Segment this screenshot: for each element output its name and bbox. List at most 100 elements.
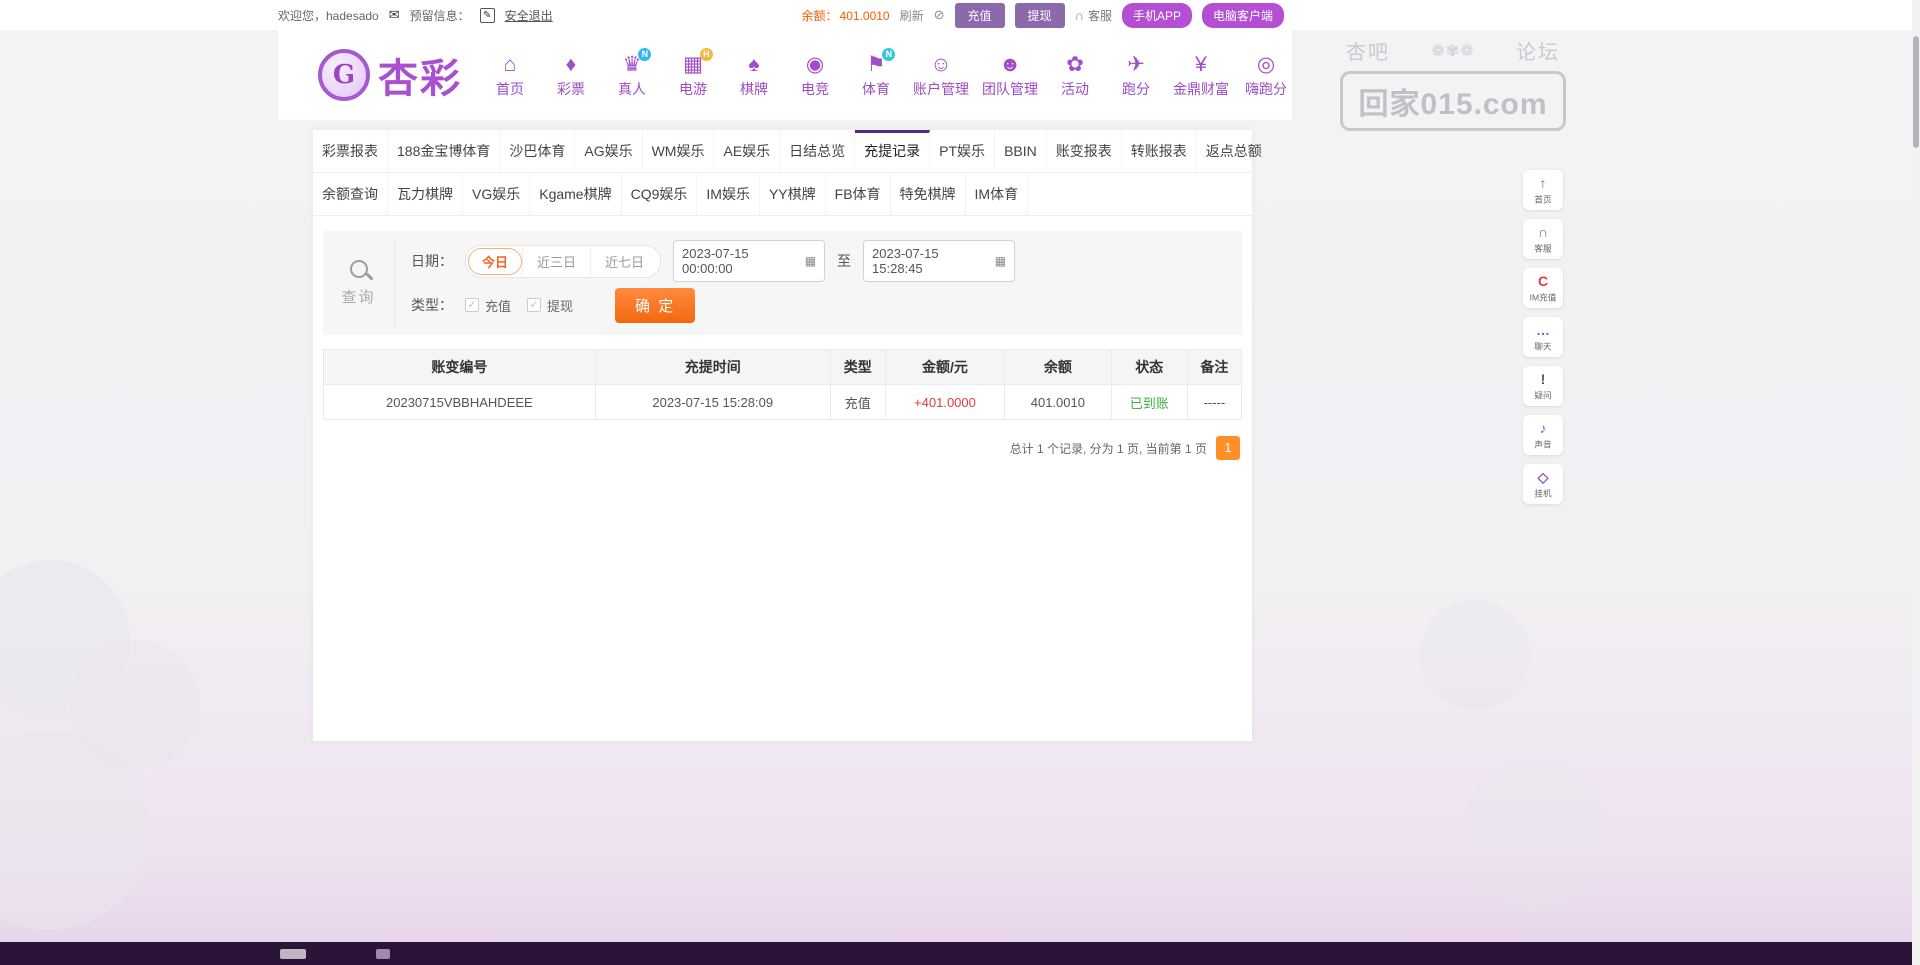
content-card: 彩票报表 188金宝博体育 沙巴体育 AG娱乐 WM娱乐 AE娱乐 日结总览 充提记录 PT娱乐… bbox=[313, 130, 1272, 741]
side-item-question[interactable]: ! 疑问 bbox=[1523, 366, 1563, 406]
nav-item-sports[interactable]: ⚑ N 体育 bbox=[852, 47, 900, 99]
nav-item-live[interactable]: ♛ N 真人 bbox=[608, 47, 656, 99]
side-item-hangup[interactable]: ◇ 挂机 bbox=[1523, 464, 1563, 504]
filter-date-row: 日期： 今日 近三日 近七日 2023-07-15 00:00:00 ▦ 至 202… bbox=[411, 239, 1226, 283]
confirm-button[interactable]: 确 定 bbox=[615, 287, 696, 323]
tab[interactable]: PT娱乐 bbox=[930, 130, 996, 172]
nav-item-lottery[interactable]: ♦ 彩票 bbox=[547, 52, 595, 99]
tab[interactable]: IM体育 bbox=[966, 173, 1029, 215]
calendar-icon[interactable]: ▦ bbox=[805, 254, 816, 268]
table-header-cell: 状态 bbox=[1110, 349, 1188, 385]
tab[interactable]: 沙巴体育 bbox=[500, 130, 576, 172]
page-button-1[interactable]: 1 bbox=[1216, 436, 1240, 460]
nav-item-account[interactable]: ☺ 账户管理 bbox=[913, 52, 969, 99]
type-option[interactable]: ✓ 充值 bbox=[465, 296, 511, 315]
tab[interactable]: 返点总额 bbox=[1197, 130, 1272, 172]
logout-link[interactable]: 安全退出 bbox=[505, 7, 553, 24]
tab[interactable]: 账变报表 bbox=[1047, 130, 1122, 172]
date-preset[interactable]: 今日 bbox=[468, 247, 523, 275]
side-item-sound[interactable]: ♪ 声音 bbox=[1523, 415, 1563, 455]
nav-item-label: 真人 bbox=[618, 80, 646, 97]
float-sidebar: ↑ 首页 ∩ 客服 C IM充值 … 聊天 ! 疑问 ♪ 声音 ◇ 挂机 bbox=[1523, 170, 1563, 504]
nav-item-label: 电游 bbox=[679, 80, 707, 97]
tab[interactable]: 日结总览 bbox=[780, 130, 856, 172]
side-item-label: 聊天 bbox=[1534, 342, 1552, 352]
tab[interactable]: BBIN bbox=[995, 130, 1047, 172]
calendar-icon[interactable]: ▦ bbox=[995, 254, 1006, 268]
date-from-input[interactable]: 2023-07-15 00:00:00 ▦ bbox=[673, 240, 826, 282]
nav-item-esports[interactable]: ◉ 电竞 bbox=[791, 52, 839, 99]
date-presets: 今日 近三日 近七日 bbox=[465, 244, 662, 278]
nav-item-label: 棋牌 bbox=[740, 80, 768, 97]
mobile-app-button[interactable]: 手机APP bbox=[1121, 2, 1192, 28]
tabs-row1: 彩票报表 188金宝博体育 沙巴体育 AG娱乐 WM娱乐 AE娱乐 日结总览 充提记录 PT娱乐… bbox=[313, 130, 1272, 173]
side-item-label: 客服 bbox=[1534, 244, 1552, 254]
tab[interactable]: 充提记录 bbox=[855, 130, 931, 172]
nav-item-paofen[interactable]: ✈ 跑分 bbox=[1112, 52, 1160, 99]
side-item-label: 声音 bbox=[1534, 440, 1552, 450]
tab[interactable]: FB体育 bbox=[826, 173, 891, 215]
table-header-cell: 备注 bbox=[1186, 349, 1243, 385]
side-item-label: 首页 bbox=[1534, 195, 1552, 205]
side-item-home[interactable]: ↑ 首页 bbox=[1523, 170, 1563, 210]
side-item-im-recharge[interactable]: C IM充值 bbox=[1523, 268, 1563, 308]
nav-item-label: 电竞 bbox=[801, 80, 829, 97]
side-item-service[interactable]: ∩ 客服 bbox=[1523, 219, 1563, 259]
tab[interactable]: WM娱乐 bbox=[643, 130, 715, 172]
watermark-left-text: 杏吧 bbox=[1346, 42, 1390, 64]
decor-circle bbox=[1460, 760, 1610, 910]
nav-item-team[interactable]: ☻ 团队管理 bbox=[982, 52, 1038, 99]
tab[interactable]: VG娱乐 bbox=[463, 173, 531, 215]
table-cell: 2023-07-15 15:28:09 bbox=[594, 384, 831, 420]
eye-off-icon[interactable]: ⊘ bbox=[934, 7, 945, 23]
tab[interactable]: 特免棋牌 bbox=[891, 173, 966, 215]
nav-item-label: 团队管理 bbox=[982, 80, 1038, 97]
table-cell: 401.0010 bbox=[1004, 384, 1112, 420]
table-cell: 充值 bbox=[829, 384, 886, 420]
mail-icon[interactable]: ✉ bbox=[389, 7, 400, 23]
date-to-value: 2023-07-15 15:28:45 bbox=[872, 246, 939, 276]
side-item-chat[interactable]: … 聊天 bbox=[1523, 317, 1563, 357]
lottery-icon: ♦ bbox=[565, 52, 577, 76]
tab[interactable]: 彩票报表 bbox=[313, 130, 388, 172]
site-logo[interactable]: G bbox=[318, 49, 370, 101]
table-header-cell: 金额/元 bbox=[884, 349, 1006, 385]
scrollbar-thumb[interactable] bbox=[1913, 36, 1919, 148]
scrollbar[interactable] bbox=[1912, 0, 1920, 965]
deposit-button[interactable]: 充值 bbox=[954, 2, 1005, 28]
watermark-site: 回家015.com bbox=[1340, 71, 1566, 131]
tab[interactable]: AG娱乐 bbox=[575, 130, 643, 172]
service-link[interactable]: ∩ 客服 bbox=[1075, 7, 1112, 24]
nav-item-label: 账户管理 bbox=[913, 80, 969, 97]
nav-item-wealth[interactable]: ¥ 金鼎财富 bbox=[1173, 52, 1229, 99]
withdraw-button[interactable]: 提现 bbox=[1014, 2, 1065, 28]
tab[interactable]: Kgame棋牌 bbox=[530, 173, 622, 215]
tab[interactable]: 瓦力棋牌 bbox=[388, 173, 463, 215]
filter-type-row: 类型： ✓ 充值 ✓ 提现 确 定 bbox=[411, 283, 1226, 327]
date-to-input[interactable]: 2023-07-15 15:28:45 ▦ bbox=[863, 240, 1016, 282]
checkbox-icon[interactable]: ✓ bbox=[527, 298, 542, 312]
date-preset[interactable]: 近七日 bbox=[590, 247, 658, 275]
nav-item-egames[interactable]: ▦ H 电游 bbox=[669, 47, 717, 99]
checkbox-icon[interactable]: ✓ bbox=[465, 298, 479, 312]
edit-icon[interactable]: ✎ bbox=[479, 7, 495, 23]
brand-name[interactable]: 杏彩 bbox=[378, 46, 462, 104]
nav-item-label: 活动 bbox=[1061, 80, 1089, 97]
tab[interactable]: 188金宝博体育 bbox=[388, 130, 501, 172]
nav-item-hipaofen[interactable]: ◎ 嗨跑分 bbox=[1242, 52, 1290, 99]
tab[interactable]: 余额查询 bbox=[313, 173, 388, 215]
type-option[interactable]: ✓ 提现 bbox=[527, 296, 573, 315]
date-preset[interactable]: 近三日 bbox=[522, 247, 590, 275]
tab[interactable]: AE娱乐 bbox=[714, 130, 781, 172]
refresh-link[interactable]: 刷新 bbox=[900, 7, 924, 24]
pc-client-button[interactable]: 电脑客户端 bbox=[1201, 2, 1284, 28]
tab[interactable]: 转账报表 bbox=[1122, 130, 1197, 172]
table-cell: 20230715VBBHAHDEEE bbox=[323, 384, 596, 420]
records-table: 账变编号 充提时间 类型 金额/元 余额 状态 备注 20230715VBBHAHDEEE 2… bbox=[323, 349, 1243, 420]
tab[interactable]: YY棋牌 bbox=[760, 173, 826, 215]
nav-item-chess[interactable]: ♠ 棋牌 bbox=[730, 52, 778, 99]
nav-item-home[interactable]: ⌂ 首页 bbox=[486, 52, 534, 99]
nav-item-activity[interactable]: ✿ 活动 bbox=[1051, 52, 1099, 99]
tab[interactable]: IM娱乐 bbox=[697, 173, 760, 215]
tab[interactable]: CQ9娱乐 bbox=[622, 173, 698, 215]
